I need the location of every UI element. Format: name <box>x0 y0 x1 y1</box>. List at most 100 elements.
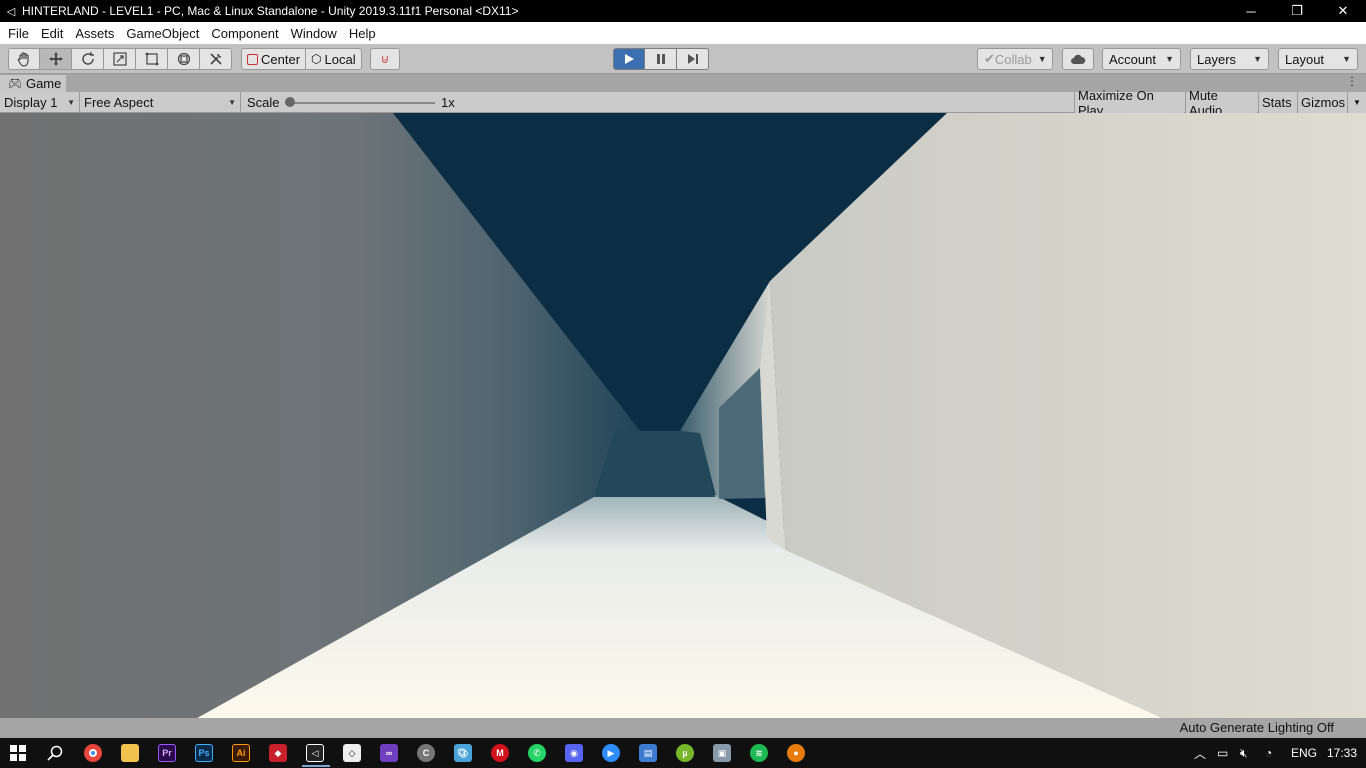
menu-component[interactable]: Component <box>205 26 284 41</box>
photoshop-icon[interactable]: Ps <box>195 744 213 762</box>
menu-bar: File Edit Assets GameObject Component Wi… <box>0 22 1366 44</box>
chevron-down-icon: ▼ <box>1037 54 1047 64</box>
chevron-up-icon[interactable]: ︿ <box>1194 738 1206 768</box>
transform-icon <box>177 52 190 66</box>
cloud-button[interactable] <box>1062 48 1094 70</box>
search-icon[interactable] <box>46 744 64 762</box>
move-tool-button[interactable] <box>40 48 72 70</box>
game-view-toolbar: Display 1 ▼ Free Aspect ▼ Scale 1x Maxim… <box>0 88 1366 118</box>
hand-tool-button[interactable] <box>8 48 40 70</box>
step-icon <box>687 54 698 64</box>
game-viewport[interactable] <box>0 113 1366 718</box>
file-explorer-icon[interactable] <box>121 744 139 762</box>
mcafee-icon[interactable]: M <box>491 744 509 762</box>
premiere-pro-icon[interactable]: Pr <box>158 744 176 762</box>
ccleaner-icon[interactable]: C <box>417 744 435 762</box>
custom-tool-button[interactable] <box>200 48 232 70</box>
pause-icon <box>656 54 665 64</box>
layout-dropdown[interactable]: Layout ▼ <box>1278 48 1358 70</box>
visual-studio-icon[interactable]: ∞ <box>380 744 398 762</box>
discord-icon[interactable]: ◉ <box>565 744 583 762</box>
pivot-rotation-button[interactable]: ⬡ Local <box>306 48 362 70</box>
menu-assets[interactable]: Assets <box>69 26 120 41</box>
restore-button[interactable]: ❐ <box>1274 0 1320 22</box>
aspect-dropdown[interactable]: Free Aspect ▼ <box>80 92 241 113</box>
layers-dropdown[interactable]: Layers ▼ <box>1190 48 1269 70</box>
pivot-mode-button[interactable]: Center <box>241 48 307 70</box>
stats-label: Stats <box>1262 95 1292 110</box>
maximize-on-play-toggle[interactable]: Maximize On Play <box>1074 88 1184 118</box>
snap-toggle-button[interactable]: ⊍ <box>370 48 400 70</box>
account-label: Account <box>1109 51 1156 67</box>
chevron-down-icon: ▼ <box>1165 54 1174 64</box>
blender-icon[interactable]: ● <box>787 744 805 762</box>
status-bar: Auto Generate Lighting Off <box>0 718 1366 738</box>
menu-file[interactable]: File <box>2 26 35 41</box>
windows-taskbar: Pr Ps Ai ◆ ◁ ◇ ∞ C 🎨︎ M ✆ ◉ ▶ ▤ µ ▣ ≋ ● … <box>0 738 1366 768</box>
main-toolbar: Center ⬡ Local ⊍ ✔ Collab ▼ Account ▼ La… <box>0 44 1366 74</box>
wrench-icon <box>209 53 222 65</box>
far-corridor <box>594 431 715 497</box>
transform-tool-button[interactable] <box>168 48 200 70</box>
corridor-render <box>0 113 1366 718</box>
play-button[interactable] <box>613 48 645 70</box>
rotate-icon <box>81 52 94 65</box>
tab-menu-icon[interactable]: ⋮ <box>1346 74 1358 88</box>
gizmos-dropdown[interactable]: ▼ <box>1347 92 1366 113</box>
unity-icon[interactable]: ◁ <box>302 744 330 767</box>
chevron-down-icon: ▼ <box>228 98 236 107</box>
battery-icon[interactable]: ▭ <box>1217 738 1228 768</box>
stats-toggle[interactable]: Stats <box>1258 92 1297 113</box>
playback-controls <box>613 48 709 70</box>
minimize-button[interactable]: ─ <box>1228 0 1274 22</box>
clock[interactable]: 17:33 <box>1327 738 1357 768</box>
utorrent-icon[interactable]: µ <box>676 744 694 762</box>
collab-dropdown[interactable]: ✔ Collab ▼ <box>977 48 1053 70</box>
menu-edit[interactable]: Edit <box>35 26 69 41</box>
chevron-down-icon: ▼ <box>1342 54 1351 64</box>
zoom-icon[interactable]: ▶ <box>602 744 620 762</box>
window-title-bar: ◁ HINTERLAND - LEVEL1 - PC, Mac & Linux … <box>0 0 1366 22</box>
spotify-icon[interactable]: ≋ <box>750 744 768 762</box>
windows-start-icon[interactable] <box>9 744 27 762</box>
app-window-icon[interactable]: ▤ <box>639 744 657 762</box>
rect-icon <box>145 52 158 66</box>
menu-window[interactable]: Window <box>285 26 343 41</box>
tab-game[interactable]: 🎮︎ Game <box>0 75 66 92</box>
collab-label: Collab <box>994 51 1032 67</box>
chrome-icon[interactable] <box>84 744 102 762</box>
language-indicator[interactable]: ENG <box>1291 738 1317 768</box>
account-dropdown[interactable]: Account ▼ <box>1102 48 1181 70</box>
whatsapp-icon[interactable]: ✆ <box>528 744 546 762</box>
pivot-toggles: Center ⬡ Local <box>241 48 362 70</box>
status-message: Auto Generate Lighting Off <box>1179 720 1334 735</box>
magnet-icon: ⊍ <box>380 52 390 66</box>
chevron-down-icon: ▼ <box>67 98 75 107</box>
menu-gameobject[interactable]: GameObject <box>120 26 205 41</box>
paint-app-icon[interactable]: 🎨︎ <box>454 744 472 762</box>
transform-tools <box>8 48 232 70</box>
scale-slider-track[interactable] <box>289 102 435 104</box>
local-cube-icon: ⬡ <box>311 52 322 66</box>
display-dropdown[interactable]: Display 1 ▼ <box>0 92 80 113</box>
gizmos-toggle[interactable]: Gizmos <box>1297 92 1347 113</box>
rect-tool-button[interactable] <box>136 48 168 70</box>
mute-audio-toggle[interactable]: Mute Audio <box>1185 88 1257 118</box>
wifi-icon[interactable]: ◔ <box>1265 738 1272 768</box>
volume-muted-icon[interactable]: 🔇︎ <box>1240 738 1248 768</box>
scale-icon <box>112 52 127 66</box>
step-button[interactable] <box>677 48 709 70</box>
sketchup-icon[interactable]: ◆ <box>269 744 287 762</box>
close-button[interactable]: ✕ <box>1320 0 1366 22</box>
chevron-down-icon: ▼ <box>1253 54 1262 64</box>
monitor-app-icon[interactable]: ▣ <box>713 744 731 762</box>
illustrator-icon[interactable]: Ai <box>232 744 250 762</box>
scale-tool-button[interactable] <box>104 48 136 70</box>
scale-slider-handle[interactable] <box>285 97 295 107</box>
gamepad-icon: 🎮︎ <box>8 78 22 90</box>
pause-button[interactable] <box>645 48 677 70</box>
layout-label: Layout <box>1285 51 1325 67</box>
unity-hub-icon[interactable]: ◇ <box>343 744 361 762</box>
rotate-tool-button[interactable] <box>72 48 104 70</box>
menu-help[interactable]: Help <box>343 26 382 41</box>
